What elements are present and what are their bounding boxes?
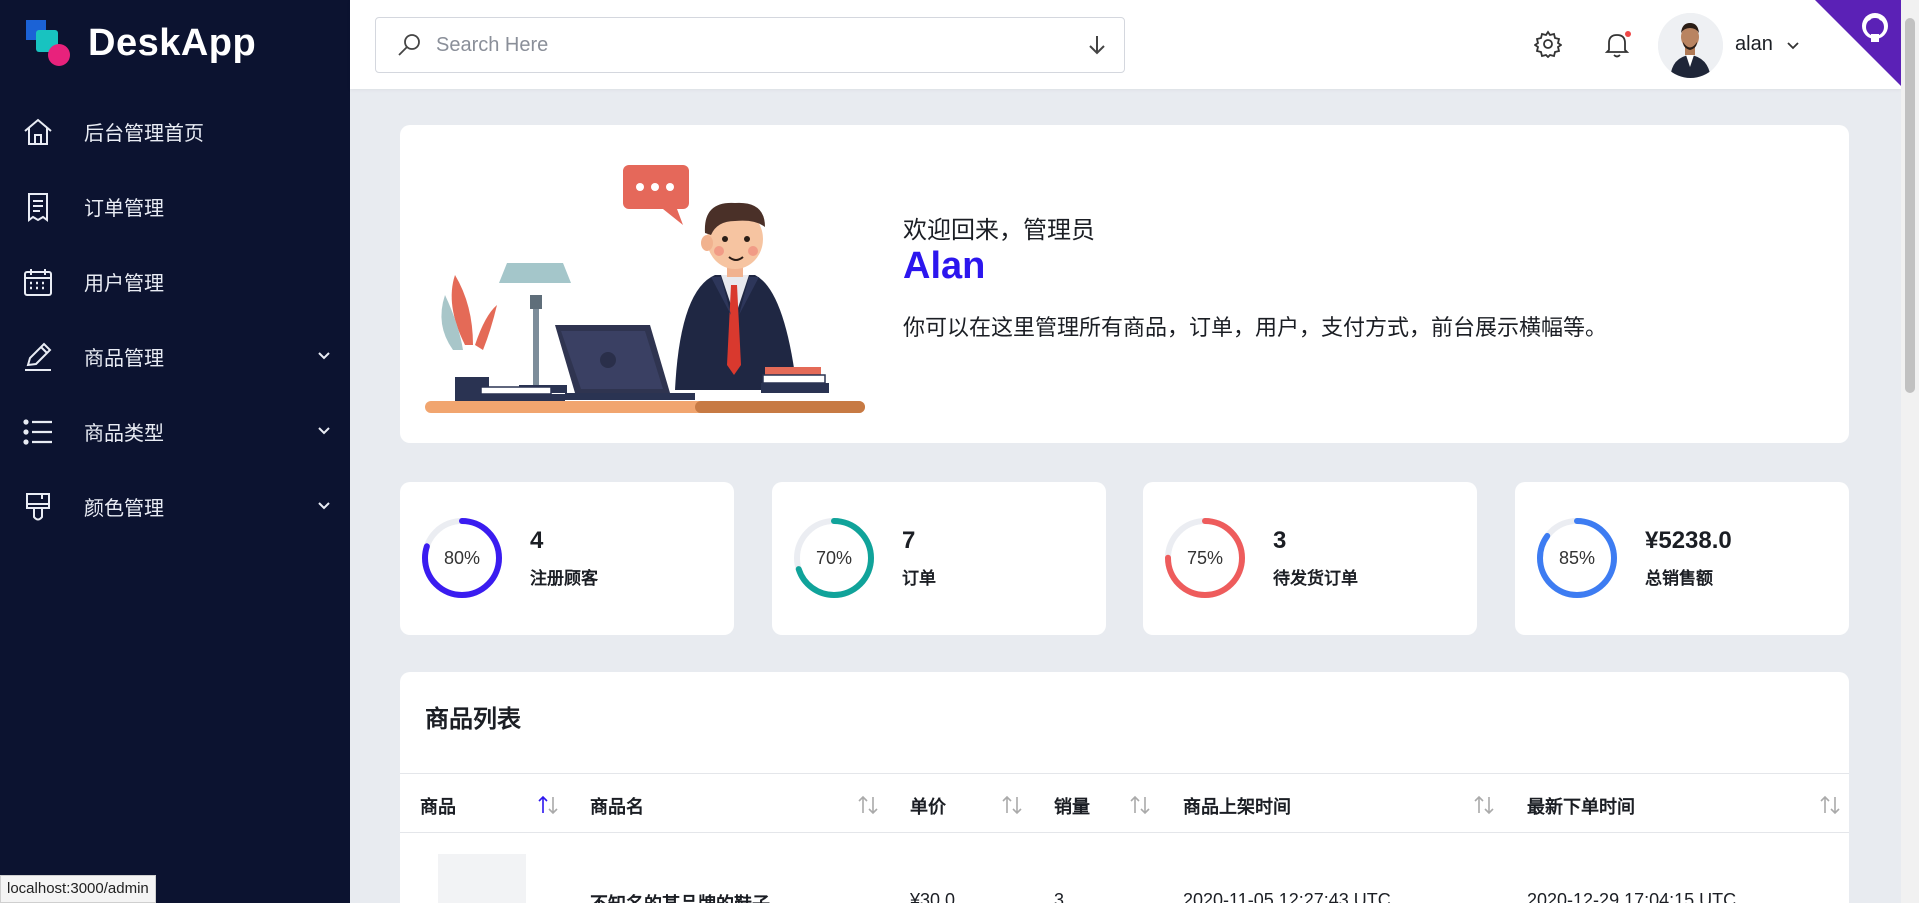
stat-card-customers: 80% 4 注册顾客 bbox=[400, 482, 734, 635]
product-price: ¥30.0 bbox=[910, 890, 956, 903]
welcome-description: 你可以在这里管理所有商品，订单，用户，支付方式，前台展示横幅等。 bbox=[903, 315, 1608, 340]
stat-label: 注册顾客 bbox=[530, 569, 598, 588]
welcome-card: 欢迎回来，管理员 Alan 你可以在这里管理所有商品，订单，用户，支付方式，前台… bbox=[400, 125, 1849, 443]
stat-label: 总销售额 bbox=[1645, 569, 1713, 588]
search-icon[interactable] bbox=[394, 30, 424, 60]
receipt-icon bbox=[22, 191, 54, 223]
list-icon bbox=[22, 416, 54, 448]
chevron-down-icon[interactable] bbox=[316, 422, 332, 443]
sidebar-item-label: 颜色管理 bbox=[84, 498, 164, 520]
office-illustration bbox=[425, 165, 865, 425]
column-header[interactable]: 商品上架时间 bbox=[1183, 793, 1291, 819]
chevron-down-icon[interactable] bbox=[316, 497, 332, 518]
product-sales: 3 bbox=[1054, 890, 1065, 903]
chevron-down-icon[interactable] bbox=[316, 347, 332, 368]
sidebar-item-orders[interactable]: 订单管理 bbox=[0, 169, 350, 244]
stat-label: 待发货订单 bbox=[1273, 569, 1358, 588]
sidebar: DeskApp 后台管理首页 订单管理 用户管理 商品管理 商品类型 颜色管理 bbox=[0, 0, 350, 903]
sidebar-item-label: 用户管理 bbox=[84, 273, 164, 295]
progress-percent: 85% bbox=[1558, 547, 1596, 568]
product-name-link[interactable]: 不知名的某品牌的鞋子 bbox=[590, 890, 770, 903]
product-last-order-at: 2020-12-29 17:04:15 UTC bbox=[1527, 890, 1737, 903]
column-header[interactable]: 最新下单时间 bbox=[1527, 793, 1635, 819]
table-row[interactable]: 不知名的某品牌的鞋子 ¥30.0 3 2020-11-05 12:27:43 U… bbox=[400, 834, 1849, 903]
deskapp-logo-icon bbox=[24, 18, 74, 68]
stat-card-orders: 70% 7 订单 bbox=[772, 482, 1106, 635]
notification-dot bbox=[1625, 31, 1631, 37]
sort-icon[interactable] bbox=[1818, 794, 1842, 816]
stat-card-total-sales: 85% ¥5238.0 总销售额 bbox=[1515, 482, 1849, 635]
sort-icon[interactable] bbox=[856, 794, 880, 816]
calendar-icon bbox=[22, 266, 54, 298]
search-bar[interactable] bbox=[375, 17, 1125, 73]
username[interactable]: alan bbox=[1735, 33, 1773, 56]
welcome-name: Alan bbox=[903, 245, 986, 287]
column-header[interactable]: 商品名 bbox=[590, 793, 644, 819]
product-list-title: 商品列表 bbox=[425, 706, 521, 733]
search-input[interactable] bbox=[436, 33, 1056, 57]
home-icon bbox=[22, 116, 54, 148]
stat-value: 3 bbox=[1273, 527, 1287, 554]
product-listed-at: 2020-11-05 12:27:43 UTC bbox=[1183, 890, 1391, 903]
sidebar-item-dashboard[interactable]: 后台管理首页 bbox=[0, 94, 350, 169]
arrow-down-icon[interactable] bbox=[1086, 33, 1108, 62]
column-header[interactable]: 商品 bbox=[420, 793, 456, 819]
sidebar-item-label: 订单管理 bbox=[84, 198, 164, 220]
progress-percent: 75% bbox=[1186, 547, 1224, 568]
sidebar-item-products[interactable]: 商品管理 bbox=[0, 319, 350, 394]
sort-icon[interactable] bbox=[1472, 794, 1496, 816]
sidebar-item-label: 后台管理首页 bbox=[84, 123, 204, 145]
page-scrollbar[interactable] bbox=[1901, 0, 1919, 903]
sort-icon[interactable] bbox=[1000, 794, 1024, 816]
table-header: 商品 商品名 单价 销量 商品上架时间 最新下单时间 bbox=[400, 773, 1849, 833]
paint-brush-icon bbox=[22, 491, 54, 523]
github-icon[interactable] bbox=[1815, 0, 1901, 86]
brand[interactable]: DeskApp bbox=[24, 18, 256, 68]
stat-value: 7 bbox=[902, 527, 916, 554]
sidebar-item-product-types[interactable]: 商品类型 bbox=[0, 394, 350, 469]
stat-label: 订单 bbox=[902, 569, 936, 588]
top-header: alan bbox=[350, 0, 1901, 89]
stat-value: ¥5238.0 bbox=[1645, 527, 1732, 554]
sidebar-item-label: 商品管理 bbox=[84, 348, 164, 370]
sidebar-item-colors[interactable]: 颜色管理 bbox=[0, 469, 350, 544]
status-bar-url: localhost:3000/admin bbox=[0, 875, 156, 903]
bell-icon[interactable] bbox=[1601, 28, 1633, 60]
stat-value: 4 bbox=[530, 527, 544, 554]
sort-asc-icon[interactable] bbox=[536, 794, 560, 816]
progress-percent: 70% bbox=[815, 547, 853, 568]
sidebar-nav: 后台管理首页 订单管理 用户管理 商品管理 商品类型 颜色管理 bbox=[0, 94, 350, 544]
column-header[interactable]: 单价 bbox=[910, 793, 946, 819]
scrollbar-thumb[interactable] bbox=[1905, 18, 1915, 393]
sort-icon[interactable] bbox=[1128, 794, 1152, 816]
pencil-icon bbox=[22, 341, 54, 373]
product-thumbnail[interactable] bbox=[438, 854, 526, 903]
chevron-down-icon[interactable] bbox=[1786, 38, 1800, 57]
product-list-card: 商品列表 商品 商品名 单价 销量 商品上架时间 最新下单时间 不知名的某品牌的… bbox=[400, 672, 1849, 903]
column-header[interactable]: 销量 bbox=[1054, 793, 1090, 819]
brand-name: DeskApp bbox=[88, 21, 257, 64]
progress-percent: 80% bbox=[443, 547, 481, 568]
sidebar-item-users[interactable]: 用户管理 bbox=[0, 244, 350, 319]
welcome-subtitle: 欢迎回来，管理员 bbox=[903, 217, 1095, 244]
gear-icon[interactable] bbox=[1532, 28, 1564, 60]
stat-card-pending-orders: 75% 3 待发货订单 bbox=[1143, 482, 1477, 635]
avatar[interactable] bbox=[1658, 13, 1723, 78]
sidebar-item-label: 商品类型 bbox=[84, 423, 164, 445]
